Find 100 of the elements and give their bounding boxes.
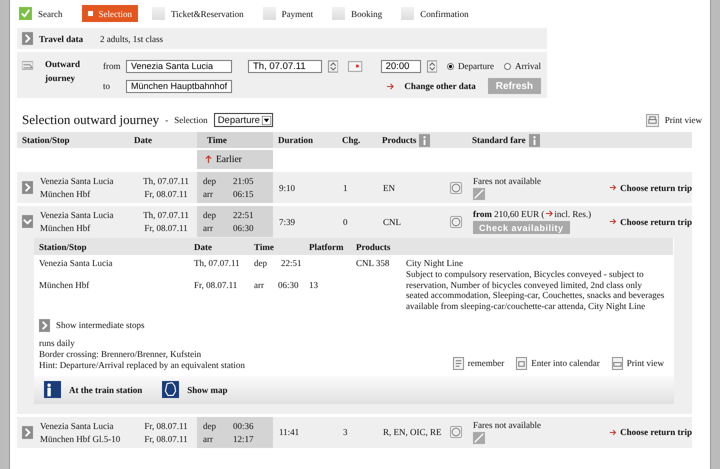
- products-text: CNL: [383, 216, 401, 226]
- direction-label: dep: [254, 258, 267, 268]
- station-name: Venezia Santa Lucia: [40, 420, 114, 431]
- time-text: 12:17: [233, 434, 255, 444]
- note-icon[interactable]: [452, 356, 464, 370]
- square-icon: [332, 7, 346, 20]
- date-text: Fr, 08.07.11: [144, 223, 188, 233]
- duration-text: 7:39: [279, 216, 296, 226]
- expand-icon[interactable]: [39, 318, 50, 332]
- info-icon[interactable]: [419, 134, 430, 146]
- info-icon[interactable]: [528, 134, 540, 146]
- time-text: 22:51: [233, 210, 255, 220]
- choose-return-link[interactable]: Choose return trip: [620, 427, 692, 438]
- column-header: Duration: [278, 135, 314, 145]
- choose-return-link[interactable]: Choose return trip: [620, 216, 692, 226]
- direction-label: dep: [203, 210, 217, 220]
- selection-dropdown[interactable]: Departure: [214, 113, 273, 127]
- column-header: Platform: [308, 242, 344, 252]
- intermediate-stops-link[interactable]: Show intermediate stops: [56, 320, 144, 330]
- up-arrow-icon: [205, 155, 212, 164]
- column-header: Products: [382, 135, 416, 145]
- station-name: München Hbf Gl.5-10: [40, 434, 120, 444]
- separator-text: -: [165, 115, 168, 125]
- duration-text: 9:10: [279, 182, 296, 192]
- date-text: Th, 07.07.11: [193, 258, 241, 268]
- info-text: Border crossing: Brennero/Brenner, Kufstein: [39, 348, 202, 359]
- arrow-icon: [386, 82, 396, 90]
- products-text: R, EN, OIC, RE: [383, 427, 442, 438]
- direction-label: arr: [203, 189, 214, 199]
- date-field[interactable]: Th, 07.07.11: [248, 60, 322, 72]
- reservation-link[interactable]: incl. Res.): [554, 209, 592, 219]
- radio-button[interactable]: Departure: [447, 61, 494, 71]
- printer-icon[interactable]: [646, 114, 659, 126]
- spinner-icon[interactable]: [426, 60, 438, 72]
- date-text: Fr, 08.07.11: [193, 280, 238, 290]
- step-tab[interactable]: Booking: [332, 5, 388, 22]
- square-icon: [401, 7, 414, 20]
- fare-text: Fares not available: [473, 176, 541, 186]
- time-field[interactable]: 20:00: [380, 60, 421, 72]
- direction-label: arr: [203, 223, 214, 233]
- time-text: 06:30: [233, 223, 255, 233]
- column-header: Time: [207, 135, 227, 145]
- column-header: Products: [355, 242, 392, 252]
- step-tab[interactable]: Payment: [262, 5, 318, 22]
- expand-icon[interactable]: [22, 426, 33, 439]
- spinner-icon[interactable]: [328, 60, 338, 72]
- choose-return-link[interactable]: Choose return trip: [620, 182, 692, 192]
- action-link[interactable]: Enter into calendar: [531, 358, 600, 368]
- step-tab[interactable]: Search: [19, 5, 68, 22]
- expand-icon[interactable]: [22, 181, 33, 194]
- section-label: Travel data: [39, 34, 84, 44]
- time-text: 22:51: [281, 258, 302, 268]
- expand-icon[interactable]: [22, 32, 33, 45]
- column-header: Chg.: [342, 135, 360, 145]
- changes-text: 0: [343, 216, 348, 226]
- platform-text: 13: [309, 280, 318, 290]
- column-header: Standard fare: [472, 135, 526, 145]
- arrow-icon: [609, 184, 618, 191]
- time-text: 06:30: [278, 280, 299, 290]
- date-text: Th, 07.07.11: [143, 176, 189, 186]
- slashed-square-icon: [473, 432, 485, 444]
- duration-text: 11:41: [279, 427, 300, 438]
- from-field[interactable]: Venezia Santa Lucia: [126, 60, 232, 72]
- step-tab[interactable]: Confirmation: [401, 5, 474, 22]
- to-field[interactable]: München Hauptbahnhof: [126, 80, 232, 92]
- printer-icon[interactable]: [612, 356, 623, 370]
- station-name: Venezia Santa Lucia: [40, 176, 114, 186]
- arrow-icon: [609, 428, 618, 436]
- change-data-link[interactable]: Change other data: [404, 81, 476, 91]
- section-label: Outward journey: [45, 58, 82, 85]
- station-name: Venezia Santa Lucia: [38, 258, 114, 268]
- calendar-icon[interactable]: [516, 356, 528, 370]
- collapse-icon[interactable]: [22, 215, 33, 228]
- time-text: 06:15: [233, 189, 255, 199]
- round-badge-icon[interactable]: [450, 426, 462, 438]
- step-tab[interactable]: Ticket&Reservation: [152, 5, 249, 22]
- field-label: from: [103, 61, 120, 71]
- action-link[interactable]: remember: [468, 358, 504, 368]
- map-icon: [162, 381, 180, 398]
- info-text: Hint: Departure/Arrival replaced by an equivalent station: [39, 360, 246, 370]
- select-label: Selection: [174, 115, 208, 125]
- column-header: Date: [193, 242, 213, 252]
- date-text: Fr, 08.07.11: [144, 434, 188, 444]
- action-link[interactable]: Print view: [626, 358, 664, 368]
- earlier-button[interactable]: Earlier: [197, 150, 273, 169]
- calendar-icon[interactable]: [348, 60, 363, 72]
- print-view-link[interactable]: Print view: [664, 115, 702, 125]
- slashed-square-icon: [473, 188, 485, 200]
- round-badge-icon[interactable]: [450, 182, 462, 194]
- show-map-button[interactable]: Show map: [162, 381, 228, 398]
- step-tab[interactable]: Selection: [82, 5, 138, 22]
- train-notes: Subject to compulsory reservation, Bicycles conveyed - subject to reservation, Number of bicycles conveyed limited, 2nd class only seated accommodation, Sleeping-car, Couchettes, snacks and beverages available from sleeping-car/couchette-car attenda, City Night Line: [406, 268, 666, 312]
- time-text: 21:05: [233, 176, 255, 186]
- direction-label: arr: [254, 280, 264, 290]
- product-text: CNL 358: [356, 258, 390, 268]
- arrow-icon: [545, 210, 554, 217]
- train-station-button[interactable]: At the train station: [44, 381, 142, 398]
- round-badge-icon[interactable]: [450, 216, 462, 228]
- radio-button[interactable]: Arrival: [504, 61, 541, 71]
- changes-text: 1: [343, 182, 348, 192]
